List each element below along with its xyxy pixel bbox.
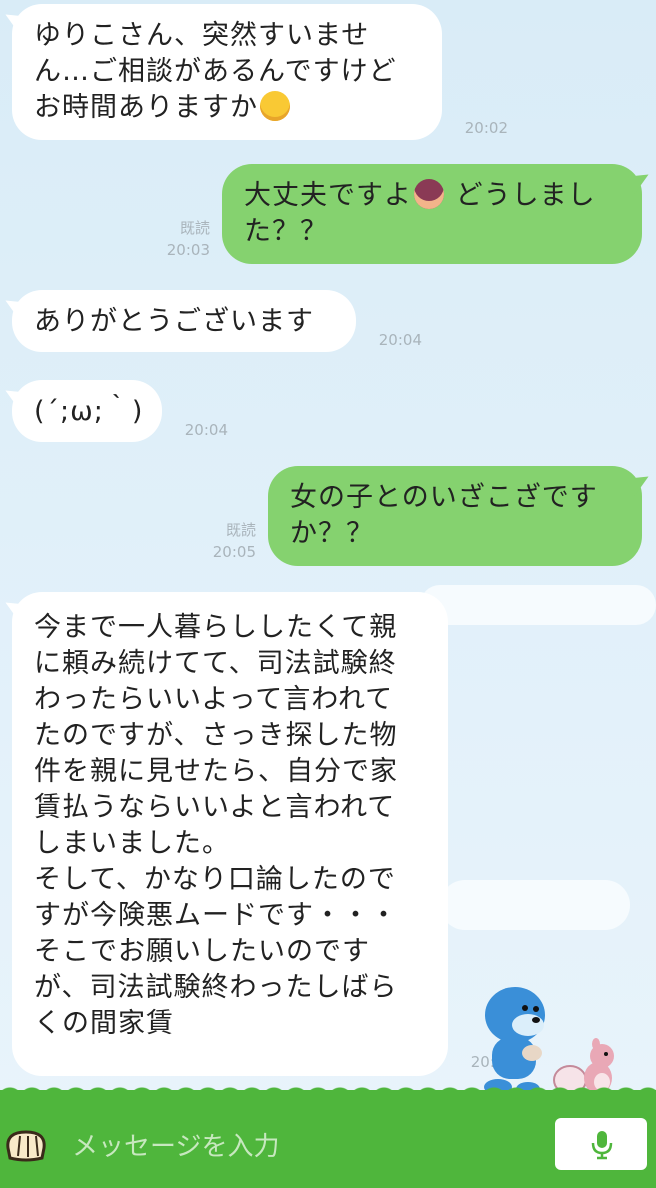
cloud — [420, 585, 656, 625]
read-receipt: 既読 — [225, 521, 256, 539]
message-text: (´;ω;｀) — [34, 396, 144, 427]
incoming-message[interactable]: ありがとうございます — [12, 290, 356, 352]
message-time: 20:05 — [212, 543, 256, 561]
message-text: ありがとうございます — [34, 306, 314, 337]
message-time: 20:02 — [464, 119, 508, 137]
message-text: ん…ご相談があるんですけど — [34, 56, 397, 87]
message-text: わったらいいよって言われて — [34, 684, 394, 715]
outgoing-message[interactable]: 女の子とのいざこざです か？？ — [268, 466, 642, 566]
message-text: そこでお願いしたいのです — [34, 936, 370, 967]
message-text: 大丈夫ですよ — [244, 180, 412, 211]
message-text: ゆりこさん、突然すいませ — [34, 20, 370, 51]
cloud — [440, 880, 630, 930]
message-text: くの間家賃 — [34, 1008, 174, 1039]
incoming-message[interactable]: 今まで一人暮らししたくて親 に頼み続けてて、司法試験終 わったらいいよって言われ… — [12, 592, 448, 1076]
incoming-message[interactable]: ゆりこさん、突然すいませ ん…ご相談があるんですけど お時間ありますか — [12, 4, 442, 140]
outgoing-message[interactable]: 大丈夫ですよ どうしまし た？？ — [222, 164, 642, 264]
message-text: たのですが、さっき探した物 — [34, 720, 398, 751]
message-text: 件を親に見せたら、自分で家 — [34, 756, 398, 787]
incoming-message[interactable]: (´;ω;｀) — [12, 380, 162, 442]
message-time: 20:04 — [184, 421, 228, 439]
message-text: どうしまし — [455, 180, 596, 211]
message-text: すが今険悪ムードです・・・ — [34, 900, 398, 931]
woman-gesturing-ok-icon — [414, 179, 444, 209]
message-text: が、司法試験終わったしばら — [34, 972, 398, 1003]
read-receipt: 既読 — [179, 219, 210, 237]
message-time: 20:03 — [166, 241, 210, 259]
loudly-crying-face-icon — [260, 91, 290, 121]
message-input[interactable]: メッセージを入力 — [72, 1126, 279, 1163]
message-text: 今まで一人暮らししたくて親 — [34, 612, 398, 643]
message-text: か？？ — [290, 518, 374, 549]
message-text: に頼み続けてて、司法試験終 — [34, 648, 397, 679]
message-text: 女の子とのいざこざです — [290, 482, 598, 513]
message-text: お時間ありますか — [34, 92, 258, 123]
message-text: た？？ — [244, 216, 328, 247]
message-time: 20:04 — [378, 331, 422, 349]
bread-icon[interactable] — [4, 1128, 48, 1162]
microphone-icon — [591, 1131, 613, 1160]
message-text: そして、かなり口論したので — [34, 864, 396, 895]
message-text: 賃払うならいいよと言われて — [34, 792, 396, 823]
message-text: しまいました。 — [34, 828, 230, 859]
voice-message-button[interactable] — [555, 1118, 647, 1170]
